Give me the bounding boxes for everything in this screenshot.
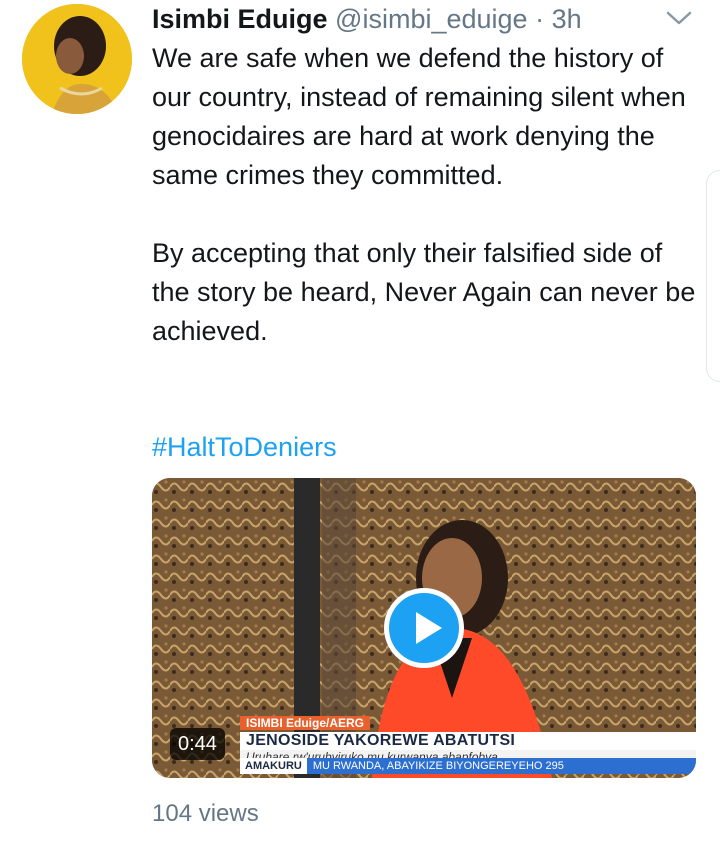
tweet-header: Isimbi Eduige @isimbi_eduige · 3h (152, 4, 582, 34)
separator: · (535, 4, 545, 34)
ticker-label: AMAKURU (240, 758, 307, 774)
tweet-paragraph: By accepting that only their falsified s… (152, 238, 696, 346)
hashtag-link[interactable]: #HaltToDeniers (152, 428, 337, 467)
lower-third-tag: ISIMBI Eduige/AERG (240, 716, 371, 730)
timestamp[interactable]: 3h (552, 4, 582, 34)
lower-third-headline: JENOSIDE YAKOREWE ABATUTSI (240, 732, 696, 750)
news-ticker: AMAKURU MU RWANDA, ABAYIKIZE BIYONGEREYE… (240, 758, 696, 774)
adjacent-card-edge (706, 170, 720, 382)
view-count: 104 views (152, 800, 259, 827)
chevron-down-icon[interactable] (664, 6, 694, 30)
avatar[interactable] (22, 4, 132, 114)
play-icon (416, 612, 442, 644)
ticker-text: MU RWANDA, ABAYIKIZE BIYONGEREYEHO 295 (312, 760, 564, 772)
tweet-paragraph: We are safe when we defend the history o… (152, 43, 686, 190)
play-button[interactable] (384, 588, 464, 668)
video-duration-badge: 0:44 (170, 728, 225, 760)
video-player[interactable]: ISIMBI Eduige/AERG JENOSIDE YAKOREWE ABA… (152, 478, 696, 778)
author-name[interactable]: Isimbi Eduige (152, 4, 328, 34)
tweet-text: We are safe when we defend the history o… (152, 39, 702, 351)
author-handle[interactable]: @isimbi_eduige (335, 4, 528, 34)
